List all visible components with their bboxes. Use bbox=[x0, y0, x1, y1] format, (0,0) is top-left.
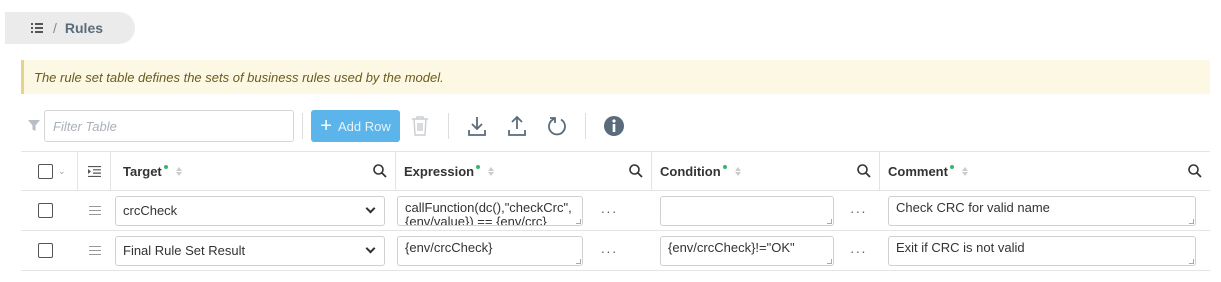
chevron-down-icon bbox=[365, 243, 376, 254]
info-banner-text: The rule set table defines the sets of b… bbox=[34, 69, 444, 85]
filter-group bbox=[28, 110, 294, 142]
row-checkbox[interactable] bbox=[38, 243, 53, 258]
sort-icon[interactable] bbox=[734, 166, 741, 176]
info-banner: The rule set table defines the sets of b… bbox=[21, 60, 1210, 94]
resize-grip-icon[interactable] bbox=[576, 218, 581, 224]
target-select[interactable]: Final Rule Set Result bbox=[115, 235, 385, 266]
target-cell: Final Rule Set Result bbox=[111, 231, 396, 270]
comment-value: Exit if CRC is not valid bbox=[896, 239, 1025, 255]
column-title: Expression bbox=[404, 163, 475, 179]
expression-field[interactable]: callFunction(dc(),"checkCrc", {env/value… bbox=[397, 195, 583, 226]
refresh-icon bbox=[548, 117, 566, 136]
more-options-icon[interactable]: ··· bbox=[594, 243, 624, 259]
comment-field[interactable]: Check CRC for valid name bbox=[888, 195, 1196, 226]
comment-cell: Exit if CRC is not valid bbox=[880, 231, 1210, 270]
more-options-icon[interactable]: ··· bbox=[845, 203, 872, 219]
filter-icon bbox=[28, 120, 40, 132]
select-all-checkbox[interactable] bbox=[38, 163, 53, 179]
more-options-icon[interactable]: ··· bbox=[594, 203, 624, 219]
indent-cell bbox=[78, 152, 111, 190]
target-value: Final Rule Set Result bbox=[123, 243, 246, 258]
trash-icon bbox=[412, 116, 428, 136]
expression-field[interactable]: {env/crcCheck} bbox=[397, 235, 583, 266]
resize-grip-icon[interactable] bbox=[1189, 258, 1194, 264]
search-icon[interactable] bbox=[629, 164, 643, 178]
upload-icon bbox=[508, 115, 526, 136]
page-title: Rules bbox=[64, 20, 104, 36]
drag-handle-icon bbox=[88, 246, 101, 255]
required-indicator bbox=[476, 165, 481, 169]
rules-table: ⌄ Target Expression Condition Comment cr… bbox=[21, 151, 1210, 271]
info-button[interactable] bbox=[598, 110, 630, 142]
toolbar-divider bbox=[585, 113, 586, 139]
resize-grip-icon[interactable] bbox=[576, 258, 581, 264]
table-row: Final Rule Set Result {env/crcCheck} ···… bbox=[21, 231, 1210, 271]
toolbar: + Add Row bbox=[28, 108, 634, 144]
target-cell: crcCheck bbox=[111, 191, 396, 230]
list-icon[interactable] bbox=[31, 23, 43, 33]
search-icon[interactable] bbox=[373, 164, 387, 178]
drag-handle[interactable] bbox=[78, 231, 111, 270]
column-title: Target bbox=[123, 163, 162, 179]
select-all-cell: ⌄ bbox=[21, 152, 78, 190]
filter-input[interactable] bbox=[44, 110, 294, 142]
sort-icon[interactable] bbox=[175, 166, 182, 176]
info-icon bbox=[604, 116, 624, 136]
column-title: Condition bbox=[660, 163, 721, 179]
drag-handle-icon bbox=[88, 206, 101, 215]
comment-cell: Check CRC for valid name bbox=[880, 191, 1210, 230]
download-icon bbox=[468, 117, 486, 136]
add-row-button[interactable]: + Add Row bbox=[311, 110, 400, 142]
expression-value: {env/crcCheck} bbox=[405, 239, 493, 255]
resize-grip-icon[interactable] bbox=[826, 258, 832, 264]
expression-cell: callFunction(dc(),"checkCrc", {env/value… bbox=[396, 191, 652, 230]
table-header: ⌄ Target Expression Condition Comment bbox=[21, 151, 1210, 191]
row-select-cell bbox=[21, 191, 78, 230]
plus-icon: + bbox=[320, 115, 332, 137]
required-indicator bbox=[163, 165, 168, 169]
drag-handle[interactable] bbox=[78, 191, 111, 230]
condition-cell: {env/crcCheck}!="OK" ··· bbox=[652, 231, 880, 270]
row-select-cell bbox=[21, 231, 78, 270]
breadcrumb-separator: / bbox=[53, 20, 57, 36]
comment-field[interactable]: Exit if CRC is not valid bbox=[888, 235, 1196, 266]
target-select[interactable]: crcCheck bbox=[115, 195, 385, 226]
chevron-down-icon bbox=[365, 203, 376, 214]
breadcrumb: / Rules bbox=[5, 12, 135, 44]
toolbar-divider bbox=[302, 113, 303, 139]
target-value: crcCheck bbox=[123, 203, 178, 218]
column-title: Comment bbox=[888, 163, 948, 179]
download-button[interactable] bbox=[461, 110, 493, 142]
resize-grip-icon[interactable] bbox=[826, 218, 832, 224]
search-icon[interactable] bbox=[1188, 164, 1202, 178]
column-header-target[interactable]: Target bbox=[111, 152, 396, 190]
column-header-comment[interactable]: Comment bbox=[880, 152, 1210, 190]
more-options-icon[interactable]: ··· bbox=[845, 243, 872, 259]
sort-icon[interactable] bbox=[488, 166, 495, 176]
toolbar-divider bbox=[448, 113, 449, 139]
required-indicator bbox=[949, 165, 954, 169]
condition-value: {env/crcCheck}!="OK" bbox=[668, 239, 795, 255]
expression-value: callFunction(dc(),"checkCrc", {env/value… bbox=[405, 199, 572, 226]
condition-field[interactable] bbox=[660, 195, 834, 226]
required-indicator bbox=[722, 165, 727, 169]
indent-icon[interactable] bbox=[87, 165, 101, 177]
add-row-label: Add Row bbox=[337, 118, 391, 134]
column-header-condition[interactable]: Condition bbox=[652, 152, 880, 190]
column-header-expression[interactable]: Expression bbox=[396, 152, 652, 190]
search-icon[interactable] bbox=[857, 164, 871, 178]
table-row: crcCheck callFunction(dc(),"checkCrc", {… bbox=[21, 191, 1210, 231]
condition-cell: ··· bbox=[652, 191, 880, 230]
resize-grip-icon[interactable] bbox=[1189, 218, 1194, 224]
expression-cell: {env/crcCheck} ··· bbox=[396, 231, 652, 270]
row-checkbox[interactable] bbox=[38, 203, 53, 218]
comment-value: Check CRC for valid name bbox=[896, 199, 1050, 215]
sort-icon[interactable] bbox=[961, 166, 968, 176]
delete-button[interactable] bbox=[404, 110, 436, 142]
condition-field[interactable]: {env/crcCheck}!="OK" bbox=[660, 235, 834, 266]
refresh-button[interactable] bbox=[541, 110, 573, 142]
upload-button[interactable] bbox=[501, 110, 533, 142]
chevron-down-icon[interactable]: ⌄ bbox=[58, 166, 66, 177]
